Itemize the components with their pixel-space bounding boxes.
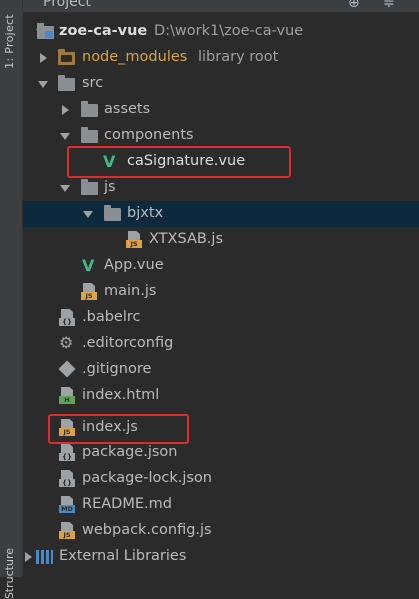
tree-label: XTXSAB.js [149, 231, 224, 247]
tree-row-app[interactable]: V App.vue [23, 253, 419, 279]
tree-row-bjxtx[interactable]: bjxtx [23, 201, 419, 227]
js-file-icon: JS [81, 283, 97, 301]
expand-arrow-icon[interactable] [60, 185, 70, 192]
tree-label: assets [104, 101, 151, 117]
js-file-icon: JS [126, 231, 142, 249]
collapse-arrow-icon[interactable] [62, 105, 69, 115]
expand-arrow-icon[interactable] [83, 211, 93, 218]
git-icon [58, 360, 76, 378]
tree-row-src[interactable]: src [23, 71, 419, 97]
tree-row-editorconfig[interactable]: ⚙ .editorconfig [23, 331, 419, 357]
tree-label: zoe-ca-vue [59, 23, 148, 39]
vue-file-icon: V [82, 256, 95, 275]
tree-row-gitignore[interactable]: .gitignore [23, 357, 419, 383]
library-root-hint: library root [198, 49, 279, 65]
folder-icon [58, 75, 75, 91]
library-folder-icon [58, 49, 75, 65]
folder-icon [81, 179, 98, 195]
tree-label: node_modules [82, 49, 188, 65]
tree-row-main[interactable]: JS main.js [23, 279, 419, 305]
collapse-arrow-icon[interactable] [25, 552, 32, 562]
tree-row-assets[interactable]: assets [23, 97, 419, 123]
tree-label: README.md [82, 496, 172, 512]
json-file-icon: {} [59, 444, 75, 462]
project-panel-header: Project ⊕ ≑ [23, 0, 419, 13]
tree-path: D:\work1\zoe-ca-vue [154, 23, 304, 39]
tree-row-babelrc[interactable]: {} .babelrc [23, 305, 419, 331]
project-folder-icon [37, 23, 54, 39]
tree-label: main.js [104, 283, 157, 299]
structure-tool-tab[interactable]: Structure [3, 548, 16, 599]
tree-label: External Libraries [59, 548, 187, 564]
tree-row-package-lock[interactable]: {} package-lock.json [23, 466, 419, 492]
tree-row-webpack[interactable]: JS webpack.config.js [23, 518, 419, 544]
config-file-icon: {} [59, 309, 75, 327]
tree-label: index.html [82, 387, 160, 403]
folder-icon [81, 101, 98, 117]
tree-label: components [104, 127, 194, 143]
tree-label: App.vue [104, 257, 164, 273]
markdown-file-icon: MD [59, 496, 75, 514]
project-tool-tab[interactable]: 1: Project [3, 14, 16, 69]
highlight-box-index-js [48, 414, 189, 444]
panel-title[interactable]: Project [43, 0, 91, 10]
tree-row-js[interactable]: js [23, 175, 419, 201]
tree-row-root[interactable]: zoe-ca-vue D:\work1\zoe-ca-vue [23, 19, 419, 45]
js-file-icon: JS [59, 522, 75, 540]
folder-icon [81, 127, 98, 143]
tree-label: .gitignore [82, 361, 152, 377]
tree-label: package-lock.json [82, 470, 212, 486]
tree-row-external-libraries[interactable]: External Libraries [23, 544, 419, 570]
html-file-icon: H [59, 387, 75, 405]
tree-label: .editorconfig [82, 335, 174, 351]
locate-icon[interactable]: ⊕ [348, 0, 360, 11]
tree-row-node-modules[interactable]: node_modules library root [23, 45, 419, 71]
tree-row-xtxsab[interactable]: JS XTXSAB.js [23, 227, 419, 253]
gear-icon: ⚙ [59, 333, 74, 352]
tree-row-index-html[interactable]: H index.html [23, 383, 419, 409]
tree-label: webpack.config.js [82, 522, 212, 538]
tool-window-strip: 1: Project Structure [0, 0, 23, 599]
tree-label: src [82, 75, 104, 91]
json-file-icon: {} [59, 470, 75, 488]
highlight-box-casignature [67, 146, 291, 178]
folder-icon [104, 205, 121, 221]
tree-label: .babelrc [82, 309, 141, 325]
settings-icon[interactable]: ≑ [383, 0, 395, 11]
tree-label: js [104, 179, 116, 195]
expand-arrow-icon[interactable] [60, 133, 70, 140]
tree-label: bjxtx [127, 205, 164, 221]
tree-label: package.json [82, 444, 178, 460]
collapse-arrow-icon[interactable] [40, 53, 47, 63]
expand-arrow-icon[interactable] [38, 81, 48, 88]
tree-row-readme[interactable]: MD README.md [23, 492, 419, 518]
library-bars-icon [36, 550, 53, 564]
